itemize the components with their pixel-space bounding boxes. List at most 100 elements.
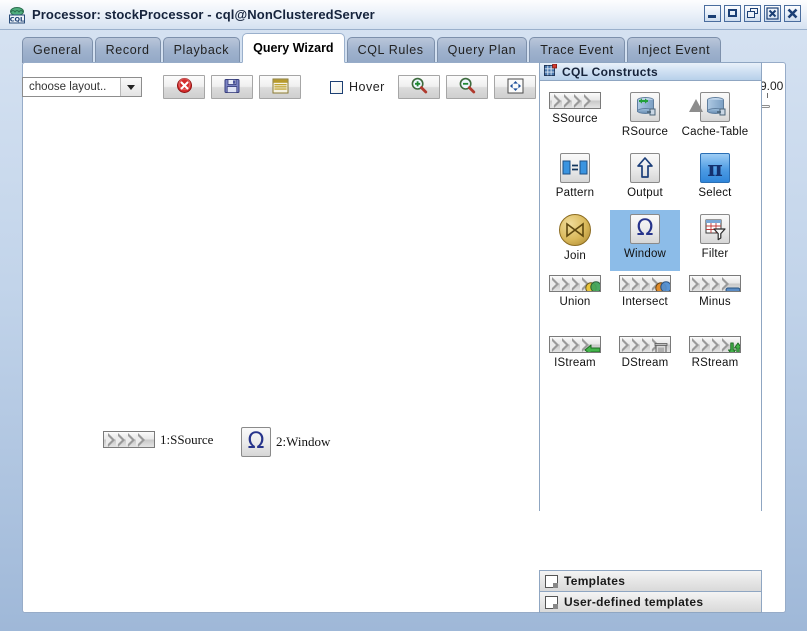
palette-item-window[interactable]: Ω Window [610,210,680,271]
palette-item-union[interactable]: Union [540,271,610,332]
dstream-trash-icon [619,336,671,353]
palette-item-label: Join [564,250,586,262]
intersect-circles-icon [619,275,671,292]
delete-red-x-icon [176,77,193,97]
tab-general[interactable]: General [22,37,93,63]
accordion-user-defined-templates[interactable]: User-defined templates [539,591,762,613]
title-bar: CQL Processor: stockProcessor - cql@NonC… [0,0,807,30]
filter-funnel-icon [700,214,730,244]
cache-table-db-icon [700,92,730,122]
palette-item-select[interactable]: π Select [680,149,750,210]
palette-item-label: Minus [699,296,731,308]
palette-item-label: Filter [701,248,729,260]
cql-constructs-header: CQL Constructs [540,63,761,81]
palette-item-label: Intersect [622,296,668,308]
palette-item-output[interactable]: Output [610,149,680,210]
cql-app-icon: CQL [8,6,26,24]
palette-item-label: Pattern [555,187,595,199]
palette-item-minus[interactable]: Minus [680,271,750,332]
save-button[interactable] [211,75,253,99]
istream-green-left-arrow-icon [549,336,601,353]
grid-table-icon [272,78,289,97]
hover-label: Hover [349,80,385,94]
accordion-label: Templates [564,574,626,588]
tab-playback[interactable]: Playback [162,37,241,63]
palette-item-label: RStream [691,357,739,369]
tab-query-plan[interactable]: Query Plan [436,37,528,63]
tab-query-wizard[interactable]: Query Wizard [242,33,345,63]
palette-item-dstream[interactable]: DStream [610,332,680,393]
slider-thumb[interactable] [688,99,703,112]
accordion-label: User-defined templates [564,595,704,609]
canvas-node-ssource[interactable]: 1:SSource [103,431,213,448]
minimize-button[interactable] [704,5,721,22]
palette-item-label: Cache-Table [681,126,749,138]
palette-item-istream[interactable]: IStream [540,332,610,393]
pattern-equals-icon [560,153,590,183]
zoom-out-button[interactable] [446,75,488,99]
canvas-node-window[interactable]: Ω 2:Window [241,427,330,457]
palette-item-rsource[interactable]: RSource [610,88,680,149]
zoom-max-value: 9.00 [760,79,784,93]
magnifier-minus-icon [458,77,476,97]
palette-item-pattern[interactable]: Pattern [540,149,610,210]
document-icon [545,574,558,588]
palette-item-label: RSource [621,126,669,138]
palette-item-ssource[interactable]: SSource [540,88,610,149]
hover-checkbox-group[interactable]: Hover [330,80,385,94]
omega-window-icon: Ω [241,427,271,457]
canvas-node-label: 2:Window [276,434,331,449]
palette-item-filter[interactable]: Filter [680,210,750,271]
cql-constructs-panel: CQL Constructs SSource RSource Cache-Tab… [539,62,762,511]
join-bowtie-icon [559,214,591,246]
svg-text:CQL: CQL [10,15,24,23]
palette-item-label: Output [627,187,663,199]
document-icon [545,595,558,609]
stream-chevrons-icon [103,431,155,448]
union-circles-icon [549,275,601,292]
tab-inject-event[interactable]: Inject Event [626,37,722,63]
stream-chevrons-icon [549,92,601,109]
palette-item-label: SSource [552,113,598,125]
palette-item-label: DStream [621,357,669,369]
accordion-templates[interactable]: Templates [539,570,762,592]
palette-item-label: Union [559,296,591,308]
palette-item-join[interactable]: Join [540,210,610,271]
maximize-button[interactable] [724,5,741,22]
output-up-arrow-icon [630,153,660,183]
close-button[interactable] [784,5,801,22]
palette-item-cache-table[interactable]: Cache-Table [680,88,750,149]
minus-bar-icon [689,275,741,292]
palette-item-label: Window [623,248,667,260]
rstream-green-updown-icon [689,336,741,353]
cql-constructs-list: SSource RSource Cache-Table Pattern Outp… [540,82,761,511]
hover-checkbox[interactable] [330,80,343,94]
tab-cql-rules[interactable]: CQL Rules [346,37,435,63]
fit-arrows-icon [507,78,524,97]
close-all-button[interactable] [764,5,781,22]
palette-item-intersect[interactable]: Intersect [610,271,680,332]
chevron-down-icon[interactable] [121,78,141,96]
palette-item-rstream[interactable]: RStream [680,332,750,393]
layout-select[interactable]: choose layout.. [22,77,142,97]
window-controls [704,5,801,22]
palette-item-label: Select [698,187,732,199]
zoom-in-button[interactable] [398,75,440,99]
grid-table-button[interactable] [259,75,301,99]
delete-button[interactable] [163,75,205,99]
magnifier-plus-icon [410,77,428,97]
canvas-node-label: 1:SSource [160,431,214,447]
tab-trace-event[interactable]: Trace Event [529,37,625,63]
relation-source-db-icon [630,92,660,122]
diagram-canvas[interactable]: 1:SSource Ω 2:Window [24,111,560,612]
floppy-disk-icon [224,78,240,97]
restore-button[interactable] [744,5,761,22]
tab-bar: General Record Playback Query Wizard CQL… [0,29,807,63]
layout-select-value: choose layout.. [29,81,107,93]
grid-constructs-icon [544,63,558,80]
select-pi-icon: π [700,153,730,183]
window-title: Processor: stockProcessor - cql@NonClust… [32,7,375,22]
tab-record[interactable]: Record [94,37,161,63]
fit-to-window-button[interactable] [494,75,536,99]
omega-window-icon: Ω [630,214,660,244]
